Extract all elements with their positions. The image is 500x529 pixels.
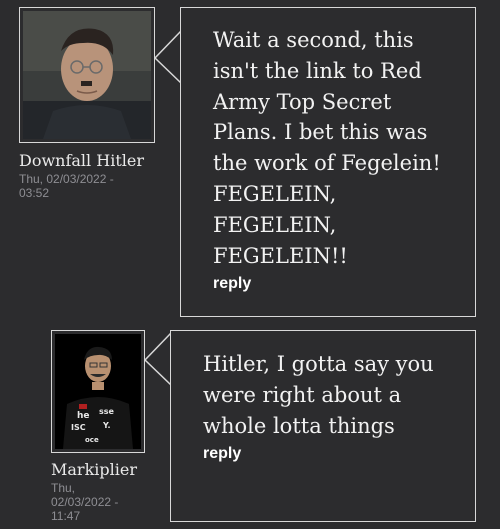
comment-timestamp: Thu, 02/03/2022 - 11:47 — [51, 481, 119, 523]
svg-text:Y.: Y. — [102, 421, 111, 430]
avatar-photo — [23, 11, 151, 139]
avatar[interactable] — [19, 7, 155, 143]
comment-bubble: Wait a second, this isn't the link to Re… — [180, 7, 476, 317]
avatar-photo: he sse ISC Y. oce — [55, 334, 141, 449]
comment-bubble: Hitler, I gotta say you were right about… — [170, 330, 476, 522]
avatar[interactable]: he sse ISC Y. oce — [51, 330, 145, 453]
comment-author[interactable]: Downfall Hitler — [19, 151, 144, 171]
speech-pointer — [143, 332, 172, 386]
svg-text:he: he — [77, 411, 90, 421]
comment-author[interactable]: Markiplier — [51, 460, 137, 480]
comment-body: Hitler, I gotta say you were right about… — [203, 352, 434, 438]
reply-link[interactable]: reply — [213, 275, 461, 293]
speech-pointer — [153, 30, 182, 84]
svg-text:sse: sse — [99, 407, 115, 416]
comment-timestamp: Thu, 02/03/2022 - 03:52 — [19, 172, 114, 200]
reply-link[interactable]: reply — [203, 445, 461, 463]
svg-text:oce: oce — [85, 436, 99, 444]
svg-text:ISC: ISC — [71, 423, 86, 432]
comment-body: Wait a second, this isn't the link to Re… — [213, 28, 441, 268]
